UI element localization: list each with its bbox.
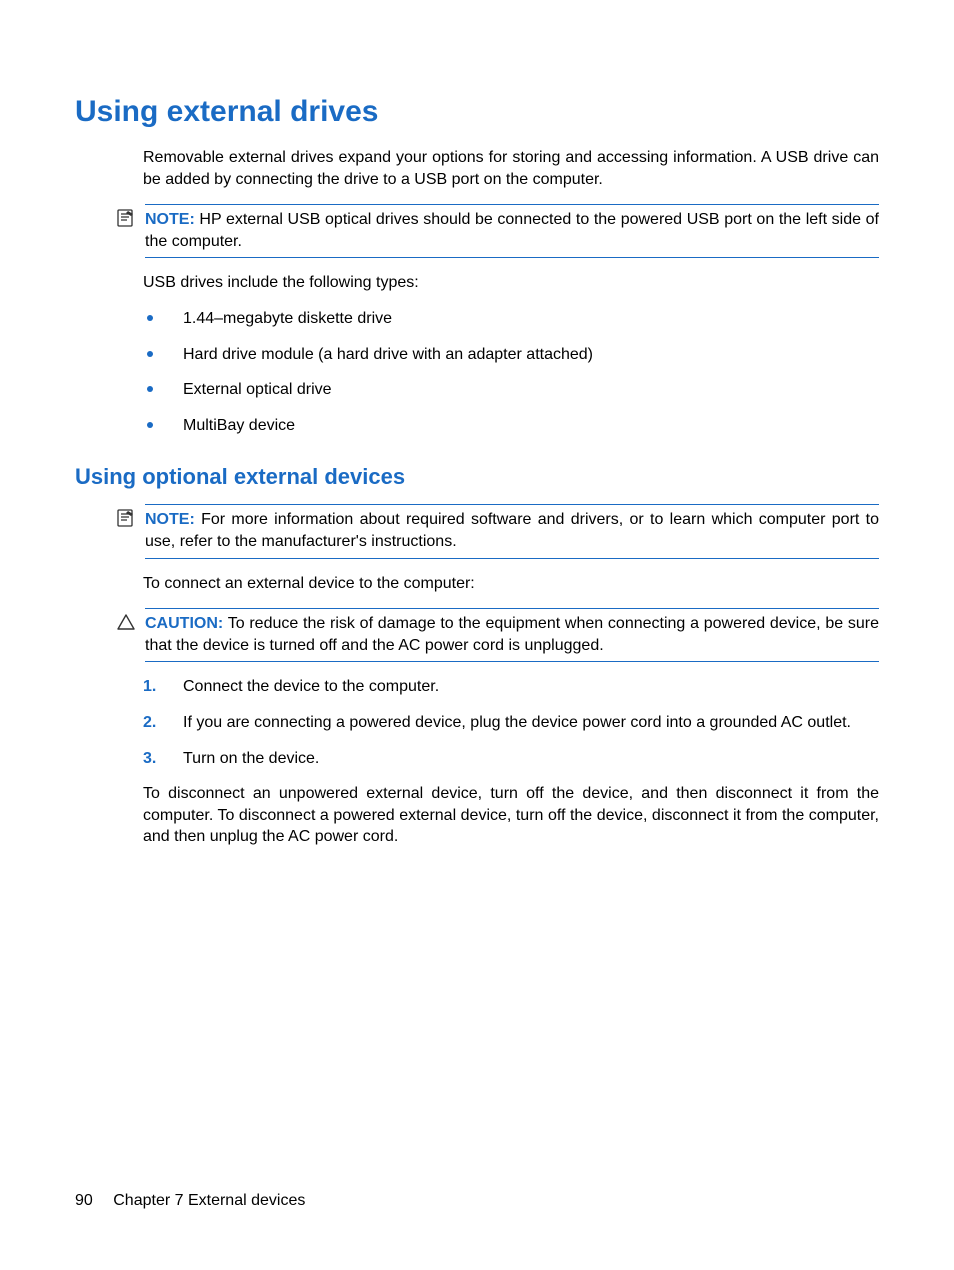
caution-text: To reduce the risk of damage to the equi… bbox=[145, 615, 879, 654]
note-label: NOTE: bbox=[145, 511, 195, 528]
list-item: 1.44–megabyte diskette drive bbox=[143, 308, 879, 330]
steps-list: 1.Connect the device to the computer. 2.… bbox=[143, 676, 879, 769]
step-text: Turn on the device. bbox=[183, 750, 319, 767]
list-item: MultiBay device bbox=[143, 415, 879, 437]
step-text: Connect the device to the computer. bbox=[183, 678, 439, 695]
note-callout-2: NOTE: For more information about require… bbox=[117, 504, 879, 558]
note-label: NOTE: bbox=[145, 211, 195, 228]
usb-types-list: 1.44–megabyte diskette drive Hard drive … bbox=[143, 308, 879, 436]
step-item: 3.Turn on the device. bbox=[143, 748, 879, 770]
caution-label: CAUTION: bbox=[145, 615, 223, 632]
note-text: For more information about required soft… bbox=[145, 511, 879, 550]
page-number: 90 bbox=[75, 1192, 93, 1210]
chapter-label: Chapter 7 External devices bbox=[113, 1192, 305, 1209]
usb-intro: USB drives include the following types: bbox=[143, 272, 879, 294]
heading-using-optional-external-devices: Using optional external devices bbox=[75, 464, 879, 490]
step-text: If you are connecting a powered device, … bbox=[183, 714, 851, 731]
list-item: External optical drive bbox=[143, 379, 879, 401]
note-icon bbox=[117, 509, 135, 527]
page-footer: 90 Chapter 7 External devices bbox=[75, 1192, 305, 1210]
note-icon bbox=[117, 209, 135, 227]
caution-callout: CAUTION: To reduce the risk of damage to… bbox=[117, 608, 879, 662]
heading-using-external-drives: Using external drives bbox=[75, 95, 879, 129]
step-item: 1.Connect the device to the computer. bbox=[143, 676, 879, 698]
connect-intro: To connect an external device to the com… bbox=[143, 573, 879, 595]
intro-paragraph: Removable external drives expand your op… bbox=[143, 147, 879, 190]
list-item: Hard drive module (a hard drive with an … bbox=[143, 344, 879, 366]
disconnect-paragraph: To disconnect an unpowered external devi… bbox=[143, 783, 879, 848]
caution-icon bbox=[117, 613, 135, 631]
note-text: HP external USB optical drives should be… bbox=[145, 211, 879, 250]
step-item: 2.If you are connecting a powered device… bbox=[143, 712, 879, 734]
note-callout-1: NOTE: HP external USB optical drives sho… bbox=[117, 204, 879, 258]
